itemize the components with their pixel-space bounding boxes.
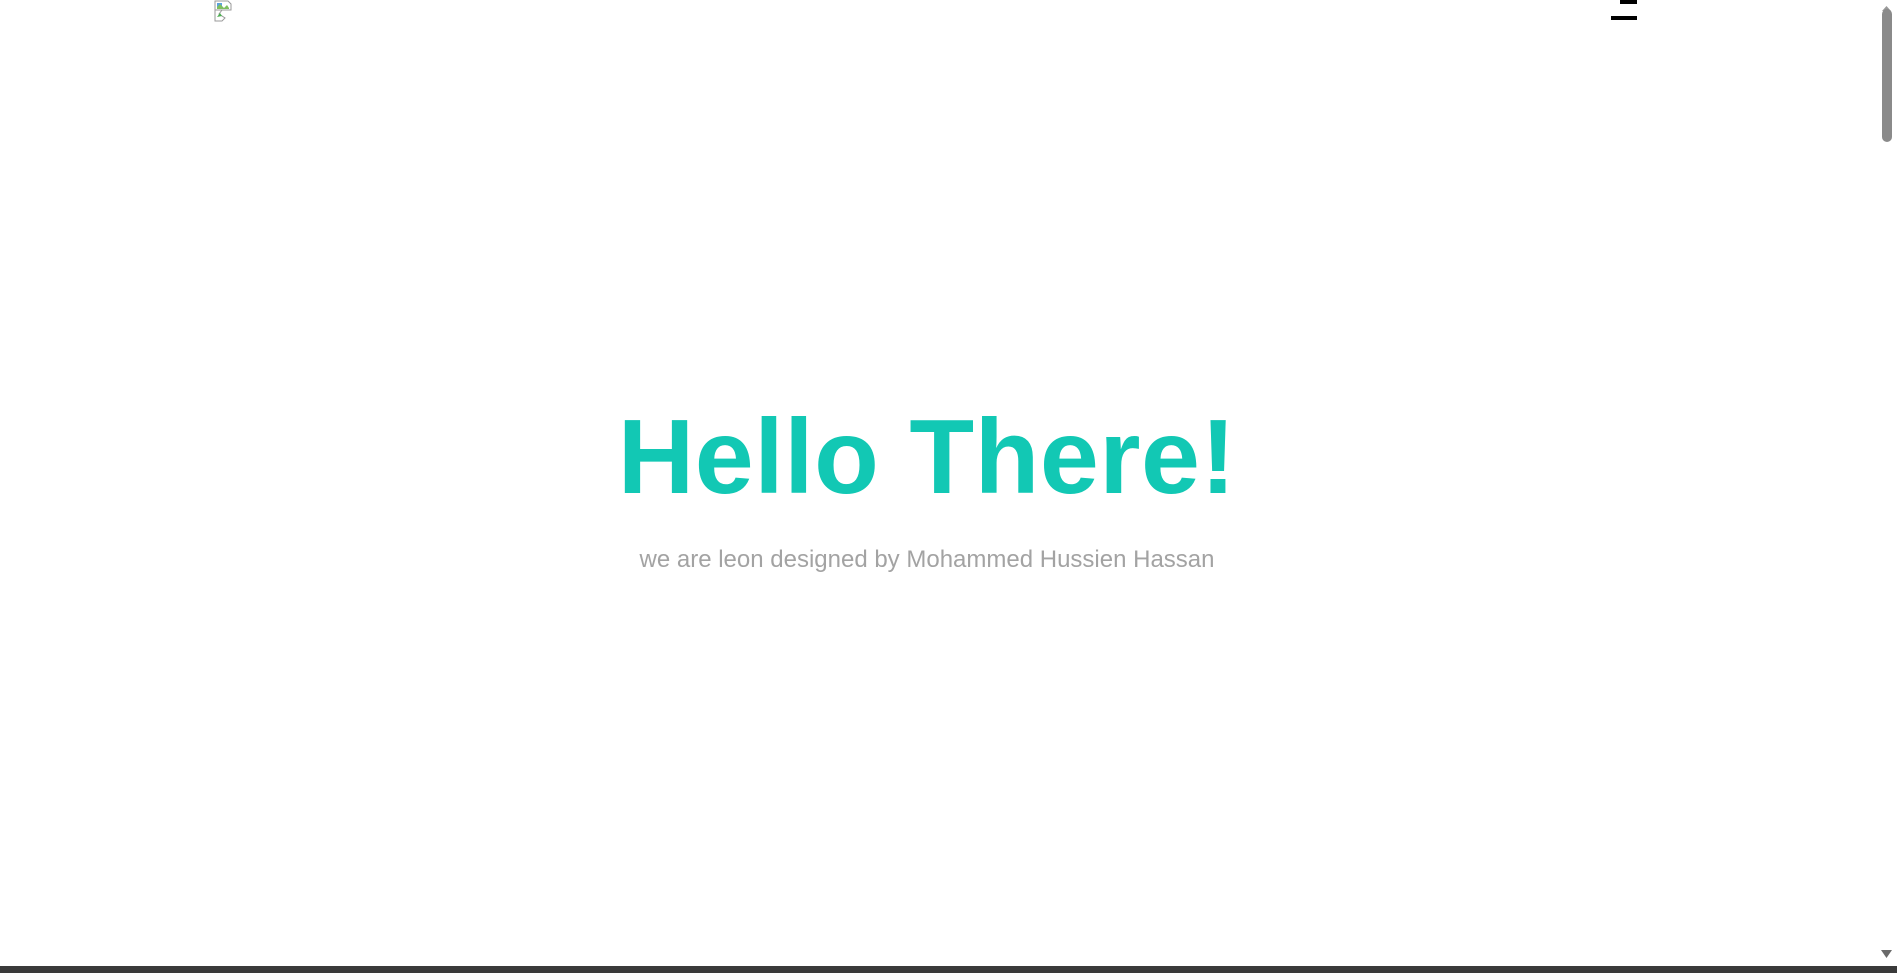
- hero-subtitle: we are leon designed by Mohammed Hussien…: [639, 546, 1215, 573]
- browser-viewport: Hello There! we are leon designed by Moh…: [0, 0, 1897, 973]
- page: Hello There! we are leon designed by Moh…: [0, 0, 1876, 966]
- hero-section: Hello There! we are leon designed by Moh…: [0, 0, 1876, 966]
- vertical-scrollbar[interactable]: [1876, 0, 1897, 966]
- window-bottom-border: [0, 966, 1897, 973]
- scroll-up-arrow-icon[interactable]: [1876, 0, 1897, 11]
- scroll-down-arrow-icon[interactable]: [1876, 946, 1897, 962]
- hero-title: Hello There!: [617, 398, 1237, 516]
- scrollbar-thumb[interactable]: [1882, 9, 1892, 142]
